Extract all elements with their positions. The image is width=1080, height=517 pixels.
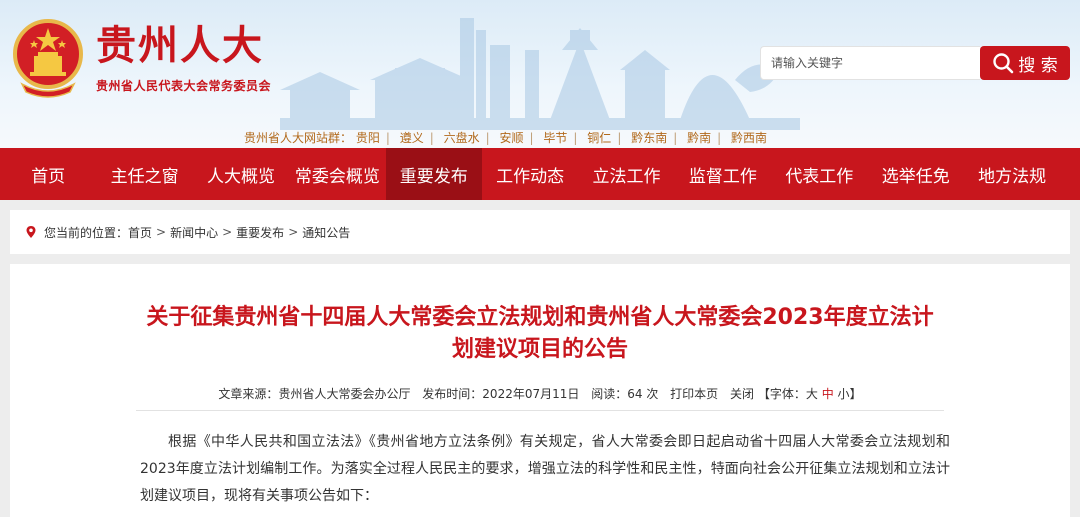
nav-item-director-window[interactable]: 主任之窗 bbox=[96, 148, 192, 200]
station-link-liupanshui[interactable]: 六盘水 bbox=[444, 129, 480, 146]
breadcrumb-news-center[interactable]: 新闻中心 bbox=[170, 224, 218, 241]
search-button-label: 搜 索 bbox=[1018, 55, 1058, 76]
font-size-close: 】 bbox=[849, 387, 862, 401]
source-label: 文章来源： bbox=[218, 387, 279, 401]
nav-item-home[interactable]: 首页 bbox=[0, 148, 96, 200]
breadcrumb-important-releases[interactable]: 重要发布 bbox=[236, 224, 284, 241]
article-paragraph: 根据《中华人民共和国立法法》《贵州省地方立法条例》有关规定，省人大常委会即日起启… bbox=[140, 434, 950, 504]
search-button[interactable]: 搜 索 bbox=[980, 46, 1070, 80]
font-size-large-button[interactable]: 大 bbox=[806, 387, 818, 401]
article-meta: 文章来源：贵州省人大常委会办公厅 发布时间：2022年07月11日 阅读：64 … bbox=[140, 385, 940, 402]
nav-item-deputy-work[interactable]: 代表工作 bbox=[771, 148, 867, 200]
site-header: 贵州人大 贵州省人民代表大会常务委员会 搜 索 贵州省人大网站群： 贵阳| 遵义… bbox=[0, 0, 1080, 148]
article-title: 关于征集贵州省十四届人大常委会立法规划和贵州省人大常委会2023年度立法计划建议… bbox=[146, 305, 934, 362]
date-label: 发布时间： bbox=[422, 387, 483, 401]
font-size-open: 【字体： bbox=[757, 387, 806, 401]
nav-item-work-news[interactable]: 工作动态 bbox=[482, 148, 578, 200]
nav-item-elections[interactable]: 选举任免 bbox=[868, 148, 964, 200]
location-pin-icon bbox=[26, 226, 36, 238]
nav-item-committee-overview[interactable]: 常委会概览 bbox=[289, 148, 385, 200]
site-title[interactable]: 贵州人大 bbox=[96, 22, 264, 70]
font-size-medium-button[interactable]: 中 bbox=[822, 387, 834, 401]
breadcrumb-home[interactable]: 首页 bbox=[128, 224, 152, 241]
views-value: 64 次 bbox=[627, 387, 659, 401]
search-icon bbox=[993, 53, 1014, 74]
breadcrumb-separator: > bbox=[222, 225, 233, 239]
nav-item-local-regulations[interactable]: 地方法规 bbox=[964, 148, 1060, 200]
main-nav: 首页 主任之窗 人大概览 常委会概览 重要发布 工作动态 立法工作 监督工作 代… bbox=[0, 148, 1080, 200]
nav-item-legislation[interactable]: 立法工作 bbox=[578, 148, 674, 200]
breadcrumb: 您当前的位置： 首页 > 新闻中心 > 重要发布 > 通知公告 bbox=[10, 210, 1070, 254]
print-link[interactable]: 打印本页 bbox=[670, 387, 718, 401]
views-label: 阅读： bbox=[591, 387, 628, 401]
search-input[interactable] bbox=[760, 46, 980, 80]
station-link-qiandongnan[interactable]: 黔东南 bbox=[631, 129, 667, 146]
station-link-zunyi[interactable]: 遵义 bbox=[400, 129, 424, 146]
nav-item-important-releases[interactable]: 重要发布 bbox=[385, 148, 482, 200]
station-link-qiannan[interactable]: 黔南 bbox=[687, 129, 711, 146]
station-link-qianxinan[interactable]: 黔西南 bbox=[731, 129, 767, 146]
breadcrumb-prefix: 您当前的位置： bbox=[44, 225, 129, 240]
station-link-anshun[interactable]: 安顺 bbox=[500, 129, 524, 146]
date-value: 2022年07月11日 bbox=[482, 387, 580, 401]
breadcrumb-separator: > bbox=[156, 225, 167, 239]
station-label: 贵州省人大网站群： bbox=[244, 131, 353, 145]
station-link-bijie[interactable]: 毕节 bbox=[543, 129, 567, 146]
site-subtitle: 贵州省人民代表大会常务委员会 bbox=[96, 79, 272, 93]
source-value: 贵州省人大常委会办公厅 bbox=[278, 387, 411, 401]
station-link-guiyang[interactable]: 贵阳 bbox=[356, 129, 380, 146]
nav-item-supervision[interactable]: 监督工作 bbox=[675, 148, 771, 200]
meta-divider bbox=[136, 410, 944, 411]
close-link[interactable]: 关闭 bbox=[730, 387, 754, 401]
station-link-tongren[interactable]: 铜仁 bbox=[587, 129, 611, 146]
breadcrumb-separator: > bbox=[288, 225, 299, 239]
station-bar: 贵州省人大网站群： 贵阳 | 遵义 | 六盘水 | 安顺 | 毕节 | 铜仁 | 黔东南 | … bbox=[244, 129, 767, 146]
city-skyline-illustration bbox=[280, 18, 800, 130]
breadcrumb-notices[interactable]: 通知公告 bbox=[302, 224, 350, 241]
nav-item-npc-overview[interactable]: 人大概览 bbox=[193, 148, 289, 200]
font-size-small-button[interactable]: 小 bbox=[838, 387, 850, 401]
national-emblem-icon bbox=[13, 19, 83, 98]
article-panel: 关于征集贵州省十四届人大常委会立法规划和贵州省人大常委会2023年度立法计划建议… bbox=[10, 264, 1070, 517]
